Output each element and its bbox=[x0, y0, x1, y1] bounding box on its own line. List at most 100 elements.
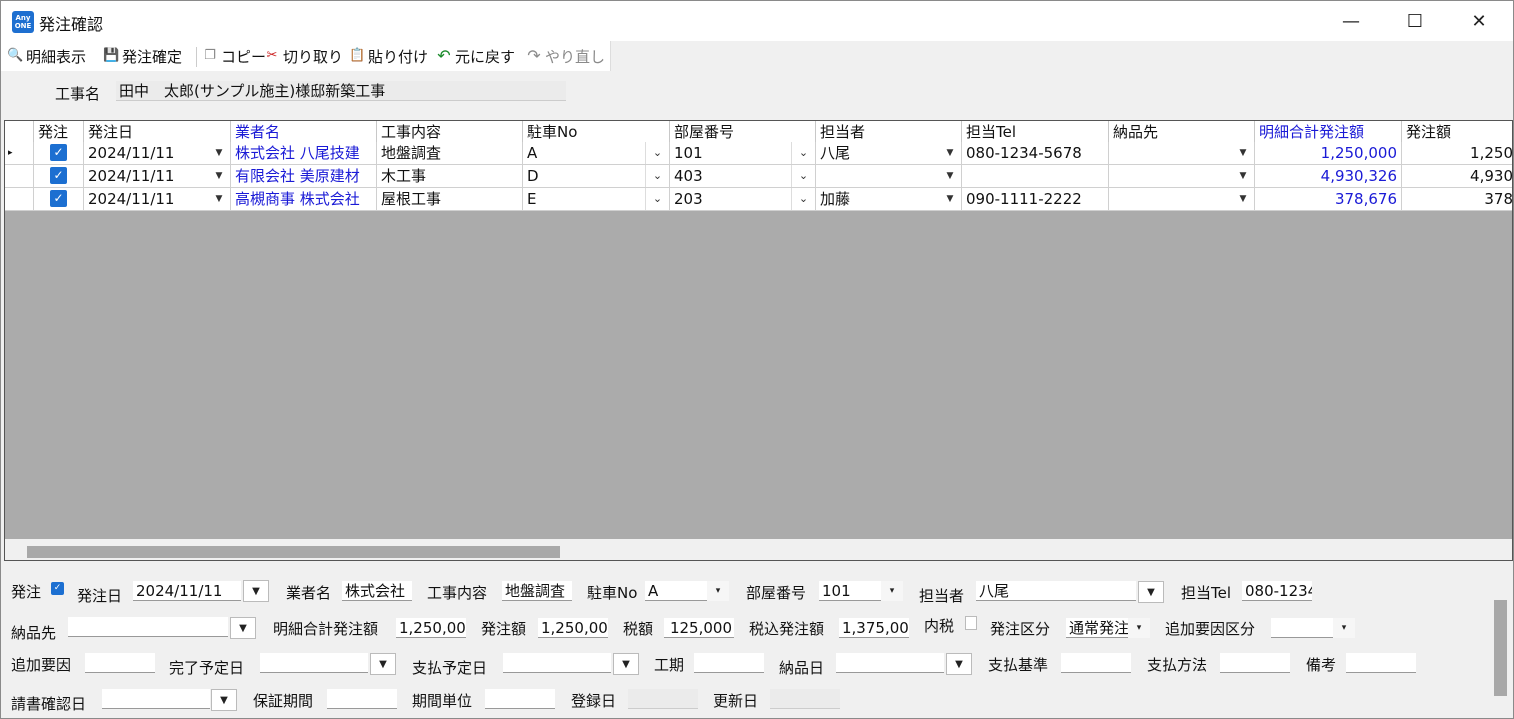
delivery-date-dropdown[interactable]: ▼ bbox=[946, 653, 972, 675]
detail-total-field[interactable]: 1,250,000 bbox=[396, 618, 466, 638]
work-cell[interactable]: 地盤調査 bbox=[377, 142, 523, 165]
order-type-field[interactable]: 通常発注 bbox=[1066, 618, 1128, 638]
work-cell[interactable]: 木工事 bbox=[377, 165, 523, 188]
cut-button[interactable]: ✂ 切り取り bbox=[264, 46, 343, 66]
col-header-person[interactable]: 担当者 bbox=[816, 121, 962, 144]
payment-method-field[interactable] bbox=[1220, 653, 1290, 673]
order-date-field[interactable]: 2024/11/11 bbox=[133, 581, 241, 601]
inner-tax-checkbox[interactable] bbox=[965, 616, 977, 630]
completion-field[interactable] bbox=[260, 653, 368, 673]
row-selector[interactable]: ▸ bbox=[5, 142, 34, 165]
copy-button[interactable]: ❐ コピー bbox=[202, 46, 266, 66]
close-button[interactable]: ✕ bbox=[1447, 1, 1511, 41]
add-reason-type-field[interactable] bbox=[1271, 618, 1333, 638]
order-checkbox-cell[interactable]: ✓ bbox=[34, 188, 84, 211]
checkbox-checked-icon[interactable]: ✓ bbox=[50, 167, 67, 184]
order-checkbox[interactable]: ✓ bbox=[51, 582, 64, 595]
table-row[interactable]: ✓ 2024/11/11 ▼ 高槻商事 株式会社 屋根工事 E ⌄ 203 ⌄ 加藤 ▼… bbox=[5, 188, 1512, 211]
col-header-vendor[interactable]: 業者名 bbox=[231, 121, 377, 144]
completion-dropdown[interactable]: ▼ bbox=[370, 653, 396, 675]
horizontal-scroll-thumb[interactable] bbox=[27, 546, 560, 558]
detail-total-cell[interactable]: 378,676 bbox=[1255, 188, 1402, 211]
detail-total-cell[interactable]: 1,250,000 bbox=[1255, 142, 1402, 165]
col-header-order-date[interactable]: 発注日 bbox=[84, 121, 231, 144]
order-type-dropdown[interactable]: ▾ bbox=[1128, 618, 1150, 638]
row-selector[interactable] bbox=[5, 165, 34, 188]
order-checkbox-cell[interactable]: ✓ bbox=[34, 142, 84, 165]
row-selector[interactable] bbox=[5, 188, 34, 211]
person-field[interactable]: 八尾 bbox=[976, 581, 1136, 601]
dropdown-arrow-icon[interactable]: ▼ bbox=[210, 144, 228, 162]
order-date-cell[interactable]: 2024/11/11 ▼ bbox=[84, 188, 231, 211]
dropdown-arrow-icon[interactable]: ▼ bbox=[210, 190, 228, 208]
chevron-down-icon[interactable]: ⌄ bbox=[791, 142, 815, 164]
dropdown-arrow-icon[interactable]: ▼ bbox=[941, 167, 959, 185]
person-cell[interactable]: 加藤 ▼ bbox=[816, 188, 962, 211]
chevron-down-icon[interactable]: ⌄ bbox=[645, 142, 669, 164]
person-cell[interactable]: 八尾 ▼ bbox=[816, 142, 962, 165]
redo-button[interactable]: ↷ やり直し bbox=[526, 46, 605, 66]
dropdown-arrow-icon[interactable]: ▼ bbox=[1234, 144, 1252, 162]
amount-field[interactable]: 1,250,000 bbox=[538, 618, 608, 638]
tax-included-field[interactable]: 1,375,000 bbox=[839, 618, 909, 638]
col-header-order[interactable]: 発注 bbox=[34, 121, 84, 144]
room-cell[interactable]: 403 ⌄ bbox=[670, 165, 816, 188]
vendor-field[interactable]: 株式会社 bbox=[342, 581, 412, 601]
vertical-scroll-thumb[interactable] bbox=[1494, 600, 1507, 696]
checkbox-checked-icon[interactable]: ✓ bbox=[50, 144, 67, 161]
table-row[interactable]: ▸ ✓ 2024/11/11 ▼ 株式会社 八尾技建 地盤調査 A ⌄ 101 ⌄ 八… bbox=[5, 142, 1512, 165]
confirm-order-button[interactable]: 💾 発注確定 bbox=[103, 46, 182, 66]
amount-cell[interactable]: 4,930 bbox=[1402, 165, 1512, 188]
col-header-parking[interactable]: 駐車No bbox=[523, 121, 670, 144]
destination-dropdown[interactable]: ▼ bbox=[230, 617, 256, 639]
vendor-cell[interactable]: 有限会社 美原建材 bbox=[231, 165, 377, 188]
dropdown-arrow-icon[interactable]: ▼ bbox=[1234, 167, 1252, 185]
tel-cell[interactable]: 080-1234-5678 bbox=[962, 142, 1109, 165]
checkbox-checked-icon[interactable]: ✓ bbox=[50, 190, 67, 207]
col-header-amount[interactable]: 発注額 bbox=[1402, 121, 1512, 144]
room-field[interactable]: 101 bbox=[819, 581, 881, 601]
undo-button[interactable]: ↶ 元に戻す bbox=[436, 46, 515, 66]
order-date-dropdown[interactable]: ▼ bbox=[243, 580, 269, 602]
tel-field[interactable]: 080-1234 bbox=[1242, 581, 1312, 601]
parking-cell[interactable]: E ⌄ bbox=[523, 188, 670, 211]
note-field[interactable] bbox=[1346, 653, 1416, 673]
room-cell[interactable]: 203 ⌄ bbox=[670, 188, 816, 211]
col-header-destination[interactable]: 納品先 bbox=[1109, 121, 1255, 144]
maximize-button[interactable]: ☐ bbox=[1383, 1, 1447, 41]
parking-cell[interactable]: D ⌄ bbox=[523, 165, 670, 188]
add-reason-field[interactable] bbox=[85, 653, 155, 673]
vendor-cell[interactable]: 高槻商事 株式会社 bbox=[231, 188, 377, 211]
room-cell[interactable]: 101 ⌄ bbox=[670, 142, 816, 165]
payment-date-field[interactable] bbox=[503, 653, 611, 673]
destination-field[interactable] bbox=[68, 617, 228, 637]
vendor-cell[interactable]: 株式会社 八尾技建 bbox=[231, 142, 377, 165]
chevron-down-icon[interactable]: ⌄ bbox=[791, 165, 815, 187]
work-field[interactable]: 地盤調査 bbox=[502, 581, 572, 601]
dropdown-arrow-icon[interactable]: ▼ bbox=[210, 167, 228, 185]
invoice-confirm-field[interactable] bbox=[102, 689, 210, 709]
person-cell[interactable]: ▼ bbox=[816, 165, 962, 188]
dropdown-arrow-icon[interactable]: ▼ bbox=[941, 190, 959, 208]
tel-cell[interactable]: 090-1111-2222 bbox=[962, 188, 1109, 211]
destination-cell[interactable]: ▼ bbox=[1109, 142, 1255, 165]
col-header-tel[interactable]: 担当Tel bbox=[962, 121, 1109, 144]
destination-cell[interactable]: ▼ bbox=[1109, 188, 1255, 211]
chevron-down-icon[interactable]: ⌄ bbox=[645, 165, 669, 187]
horizontal-scrollbar[interactable] bbox=[5, 539, 1512, 560]
amount-cell[interactable]: 1,250 bbox=[1402, 142, 1512, 165]
payment-basis-field[interactable] bbox=[1061, 653, 1131, 673]
order-checkbox-cell[interactable]: ✓ bbox=[34, 165, 84, 188]
dropdown-arrow-icon[interactable]: ▼ bbox=[941, 144, 959, 162]
minimize-button[interactable]: — bbox=[1319, 1, 1383, 41]
tel-cell[interactable] bbox=[962, 165, 1109, 188]
amount-cell[interactable]: 378 bbox=[1402, 188, 1512, 211]
parking-dropdown[interactable]: ▾ bbox=[707, 581, 729, 601]
delivery-date-field[interactable] bbox=[836, 653, 944, 673]
payment-date-dropdown[interactable]: ▼ bbox=[613, 653, 639, 675]
chevron-down-icon[interactable]: ⌄ bbox=[645, 188, 669, 210]
order-date-cell[interactable]: 2024/11/11 ▼ bbox=[84, 142, 231, 165]
person-dropdown[interactable]: ▼ bbox=[1138, 581, 1164, 603]
period-unit-field[interactable] bbox=[485, 689, 555, 709]
detail-view-button[interactable]: 🔍 明細表示 bbox=[7, 46, 86, 66]
